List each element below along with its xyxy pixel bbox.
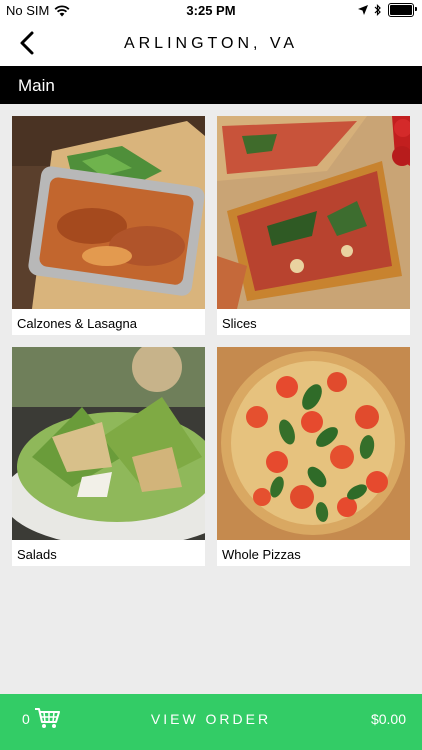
category-label: Slices: [222, 316, 257, 331]
bottom-order-bar: 0 VIEW ORDER $0.00: [0, 694, 422, 750]
chevron-left-icon: [20, 31, 34, 55]
view-order-button[interactable]: VIEW ORDER: [0, 711, 422, 727]
category-label: Whole Pizzas: [222, 547, 301, 562]
nav-header: ARLINGTON, VA: [0, 22, 422, 66]
section-title: Main: [18, 76, 55, 95]
location-arrow-icon: [358, 5, 368, 15]
margherita-pizza-photo: [217, 347, 410, 540]
status-right: [358, 3, 417, 17]
section-header: Main: [0, 66, 422, 104]
category-label: Salads: [17, 547, 57, 562]
category-card-whole-pizzas[interactable]: Whole Pizzas: [217, 347, 410, 566]
battery-icon: [388, 3, 417, 17]
battery-cap: [415, 7, 417, 11]
back-button[interactable]: [14, 28, 44, 58]
caesar-salad-photo: [12, 347, 205, 540]
category-card-calzones-lasagna[interactable]: Calzones & Lasagna: [12, 116, 205, 335]
battery-fill: [390, 5, 412, 15]
bluetooth-icon: [374, 4, 381, 16]
status-bar: No SIM 3:25 PM: [0, 0, 422, 22]
category-card-salads[interactable]: Salads: [12, 347, 205, 566]
page-title: ARLINGTON, VA: [123, 35, 299, 52]
order-total: $0.00: [370, 711, 406, 727]
category-card-slices[interactable]: Slices: [217, 116, 410, 335]
pizza-slices-photo: [217, 116, 410, 309]
lasagna-tray-photo: [12, 116, 205, 309]
category-label: Calzones & Lasagna: [17, 316, 137, 331]
